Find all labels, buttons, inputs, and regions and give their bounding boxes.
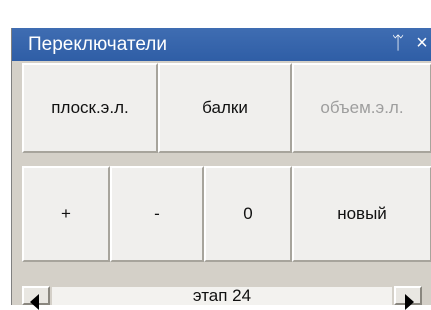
minus-button[interactable]: - xyxy=(110,166,204,262)
minus-label: - xyxy=(154,204,160,223)
stage-prev-button[interactable] xyxy=(22,286,50,310)
new-label: новый xyxy=(337,204,387,223)
pin-icon[interactable]: ᛠ xyxy=(390,32,406,54)
arrow-left-icon xyxy=(30,294,39,310)
stage-label: этап 24 xyxy=(52,287,392,305)
new-button[interactable]: новый xyxy=(292,166,431,262)
flat-elements-label: плоск.э.л. xyxy=(51,98,129,117)
close-icon[interactable]: × xyxy=(413,32,431,54)
flat-elements-button[interactable]: плоск.э.л. xyxy=(22,63,158,153)
zero-button[interactable]: 0 xyxy=(204,166,292,262)
plus-label: + xyxy=(61,204,71,223)
beams-button[interactable]: балки xyxy=(158,63,292,153)
volume-elements-button[interactable]: объем.э.л. xyxy=(292,63,431,153)
beams-label: балки xyxy=(202,98,248,117)
zero-label: 0 xyxy=(243,204,253,223)
volume-elements-label: объем.э.л. xyxy=(320,98,404,117)
plus-button[interactable]: + xyxy=(22,166,110,262)
panel-titlebar[interactable]: Переключатели ᛠ × xyxy=(12,28,431,61)
switches-panel: Переключатели ᛠ × плоск.э.л. балки объем… xyxy=(11,28,431,310)
arrow-right-icon xyxy=(405,294,414,310)
stage-next-button[interactable] xyxy=(394,286,422,310)
panel-title: Переключатели xyxy=(28,34,167,55)
